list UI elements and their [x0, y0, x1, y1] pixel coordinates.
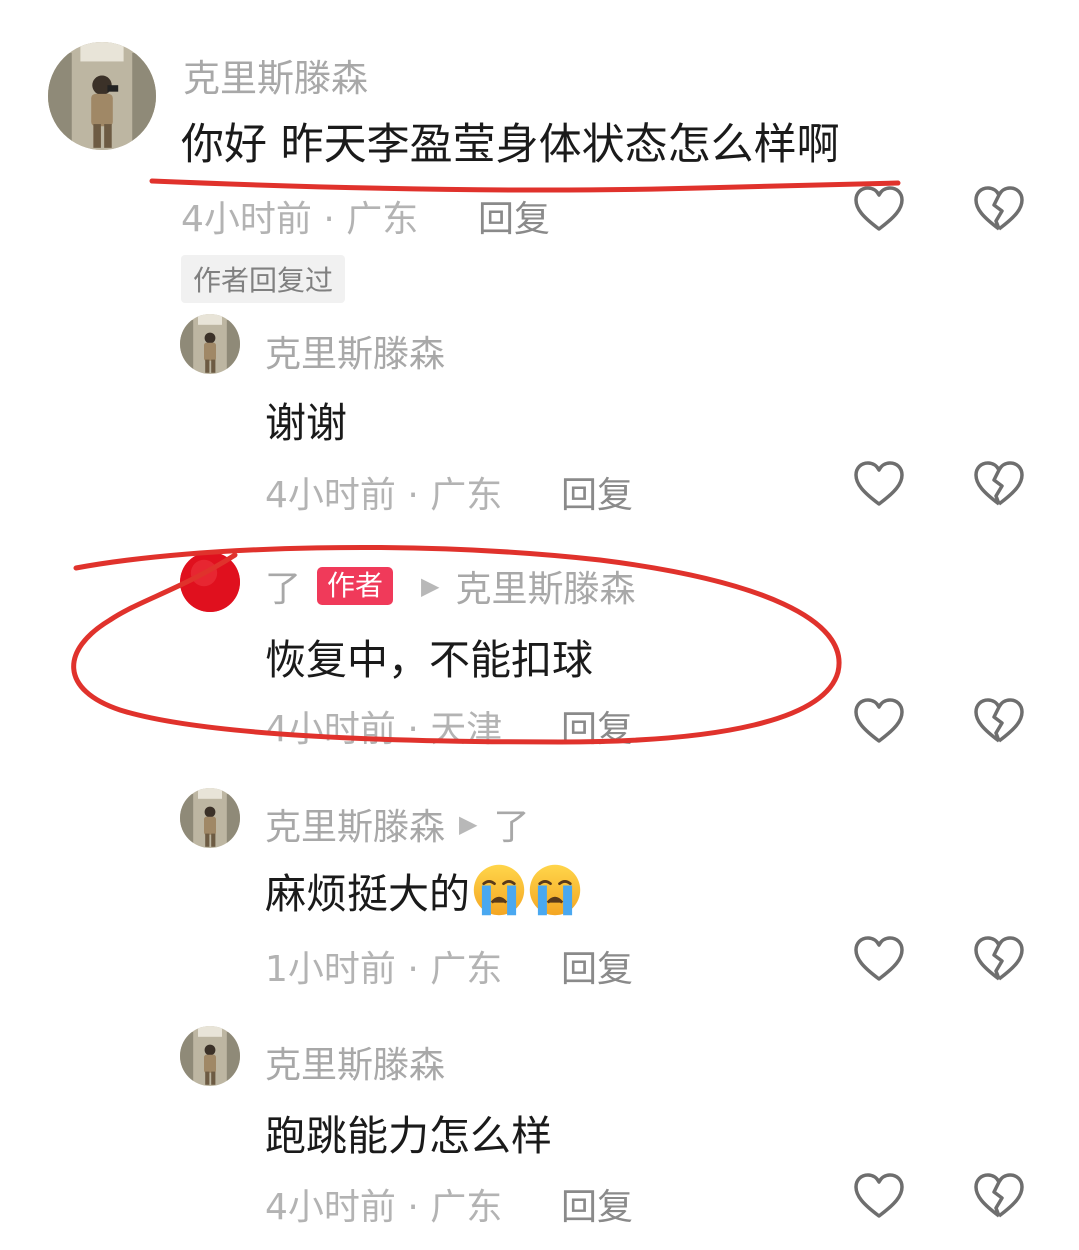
comment-author[interactable]: 克里斯滕森	[183, 48, 368, 102]
heart-outline-icon[interactable]	[853, 1172, 905, 1220]
reply-item: 克里斯滕森 ▶ 了 麻烦挺大的 1小时前 · 广东 回复	[0, 780, 1079, 1020]
comment-text: 你好 昨天李盈莹身体状态怎么样啊	[181, 120, 840, 170]
broken-heart-icon[interactable]	[973, 697, 1025, 745]
comment-meta: 4小时前 · 广东	[265, 475, 503, 516]
avatar[interactable]	[180, 788, 240, 848]
heart-outline-icon[interactable]	[853, 697, 905, 745]
comment-text: 谢谢	[265, 399, 347, 447]
avatar-photo	[48, 42, 156, 150]
reply-button[interactable]: 回复	[478, 190, 550, 242]
comment-author[interactable]: 克里斯滕森	[265, 1036, 445, 1088]
comment-meta: 1小时前 · 广东	[265, 949, 503, 990]
avatar[interactable]	[180, 1026, 240, 1086]
reply-arrow-icon: ▶	[459, 810, 478, 838]
broken-heart-icon[interactable]	[973, 1172, 1025, 1220]
avatar[interactable]	[180, 552, 240, 612]
comment-author[interactable]: 了 作者 ▶ 克里斯滕森	[265, 560, 636, 612]
heart-outline-icon[interactable]	[853, 185, 905, 233]
reply-item: 了 作者 ▶ 克里斯滕森 恢复中，不能扣球 4小时前 · 天津 回复	[0, 540, 1079, 780]
reply-item: 克里斯滕森 跑跳能力怎么样 4小时前 · 广东 回复	[0, 1020, 1079, 1250]
comment-text: 跑跳能力怎么样	[265, 1112, 552, 1160]
avatar[interactable]	[48, 42, 156, 150]
comment-meta: 4小时前 · 广东	[265, 1187, 503, 1228]
comment-text: 麻烦挺大的	[265, 860, 582, 920]
avatar-photo	[180, 788, 240, 848]
reply-button[interactable]: 回复	[561, 1178, 633, 1230]
reply-item: 克里斯滕森 谢谢 4小时前 · 广东 回复	[0, 300, 1079, 540]
comment-author[interactable]: 克里斯滕森 ▶ 了	[265, 798, 530, 850]
reply-button[interactable]: 回复	[561, 940, 633, 992]
loudly-crying-face-icon	[528, 863, 582, 917]
comment-author[interactable]: 克里斯滕森	[265, 325, 445, 377]
comment-meta: 4小时前 · 广东	[181, 199, 419, 240]
reply-to-name[interactable]: 克里斯滕森	[456, 560, 636, 612]
avatar-photo	[180, 1026, 240, 1086]
author-replied-badge: 作者回复过	[181, 255, 346, 303]
author-tag-badge: 作者	[317, 567, 394, 605]
comment-item: 克里斯滕森 你好 昨天李盈莹身体状态怎么样啊 4小时前 · 广东 回复 作者回复…	[0, 0, 1079, 303]
avatar-red-circle	[180, 552, 240, 612]
comment-text: 恢复中，不能扣球	[265, 636, 593, 684]
avatar[interactable]	[180, 314, 240, 374]
reply-button[interactable]: 回复	[561, 700, 633, 752]
broken-heart-icon[interactable]	[973, 460, 1025, 508]
reply-to-name[interactable]: 了	[493, 798, 529, 850]
broken-heart-icon[interactable]	[973, 185, 1025, 233]
reply-button[interactable]: 回复	[561, 466, 633, 518]
loudly-crying-face-icon	[472, 863, 526, 917]
reply-arrow-icon: ▶	[421, 572, 440, 600]
comment-meta: 4小时前 · 天津	[265, 709, 503, 750]
heart-outline-icon[interactable]	[853, 935, 905, 983]
broken-heart-icon[interactable]	[973, 935, 1025, 983]
heart-outline-icon[interactable]	[853, 460, 905, 508]
avatar-photo	[180, 314, 240, 374]
